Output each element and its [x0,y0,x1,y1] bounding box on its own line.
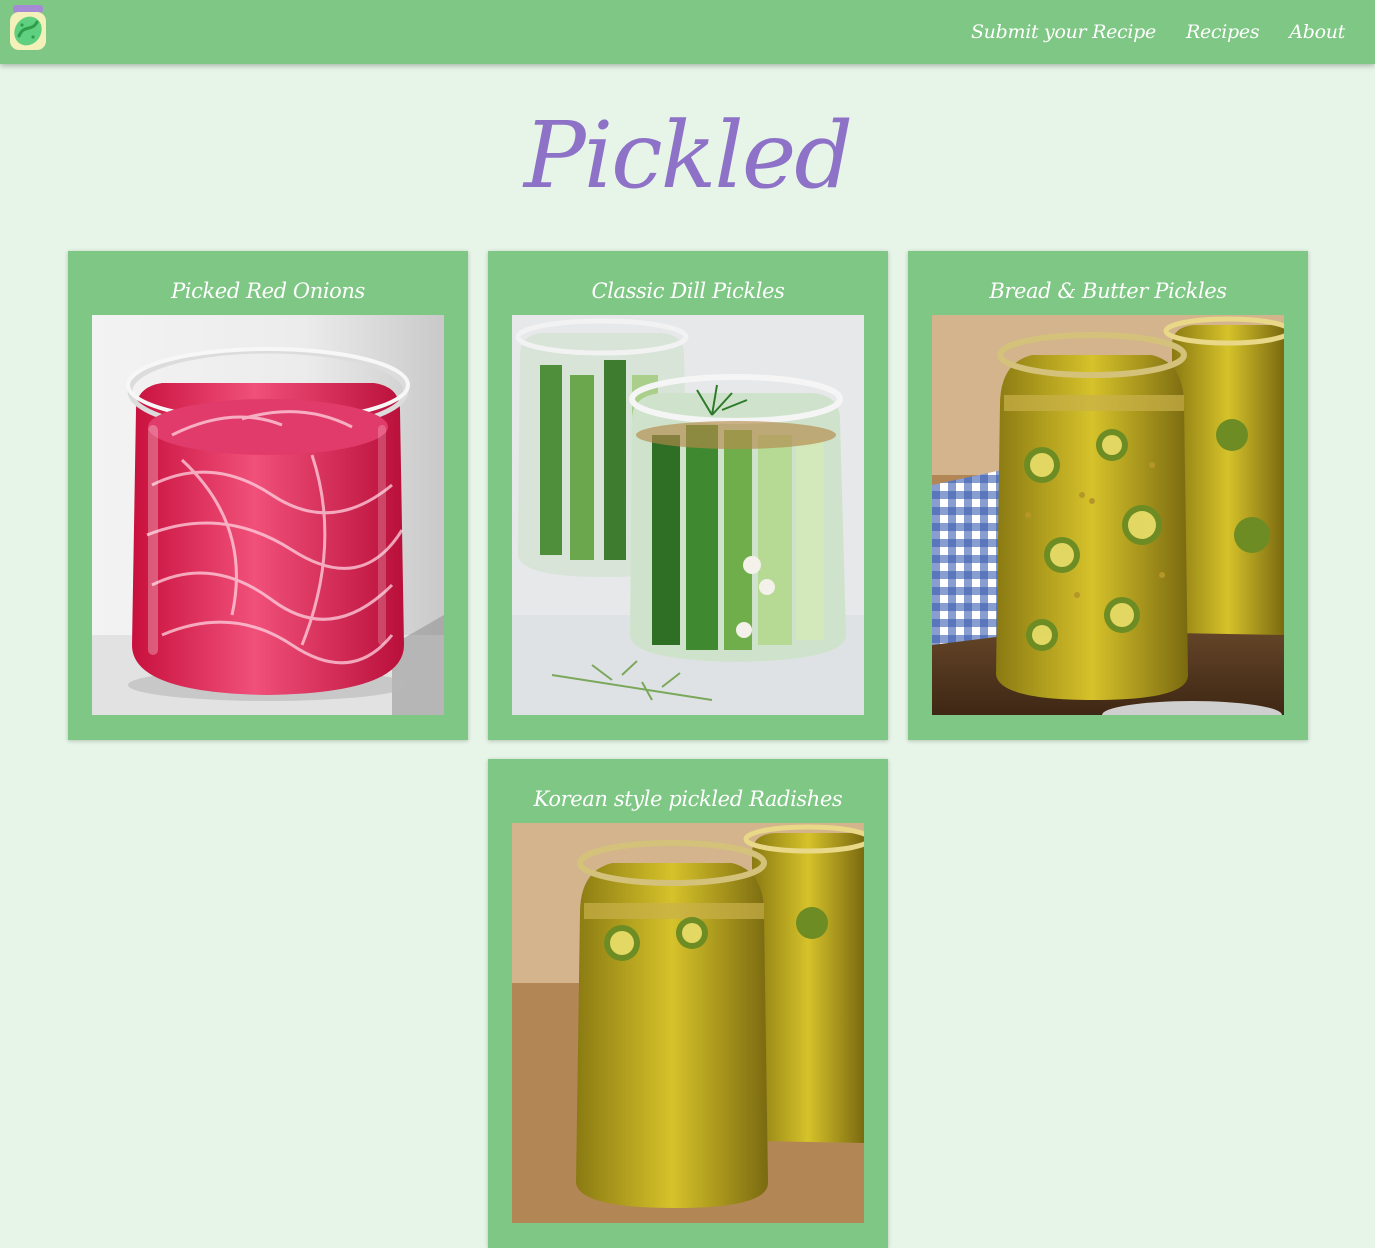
dill-pickle-jars-photo[interactable] [512,315,864,715]
pickle-jars-photo[interactable] [512,823,864,1223]
nav-recipes-link[interactable]: Recipes [1186,21,1260,43]
nav-links: Submit your Recipe Recipes About [941,0,1345,64]
pickle-jar-icon[interactable] [8,4,48,52]
page-title: Pickled [523,102,853,209]
recipe-card-title: Bread & Butter Pickles [989,279,1227,303]
nav-submit-recipe-link[interactable]: Submit your Recipe [971,21,1156,43]
recipe-card-title: Classic Dill Pickles [591,279,785,303]
recipe-card-red-onions[interactable]: Picked Red Onions [68,251,468,740]
top-navbar: Submit your Recipe Recipes About [0,0,1375,64]
nav-about-link[interactable]: About [1289,21,1345,43]
recipe-card-title: Picked Red Onions [171,279,365,303]
recipe-card-bread-butter-pickles[interactable]: Bread & Butter Pickles [908,251,1308,740]
recipe-card-korean-radishes[interactable]: Korean style pickled Radishes [488,759,888,1248]
recipe-card-dill-pickles[interactable]: Classic Dill Pickles [488,251,888,740]
recipe-card-title: Korean style pickled Radishes [533,787,843,811]
bread-butter-pickle-jars-photo[interactable] [932,315,1284,715]
pickled-red-onions-jar-photo[interactable] [92,315,444,715]
